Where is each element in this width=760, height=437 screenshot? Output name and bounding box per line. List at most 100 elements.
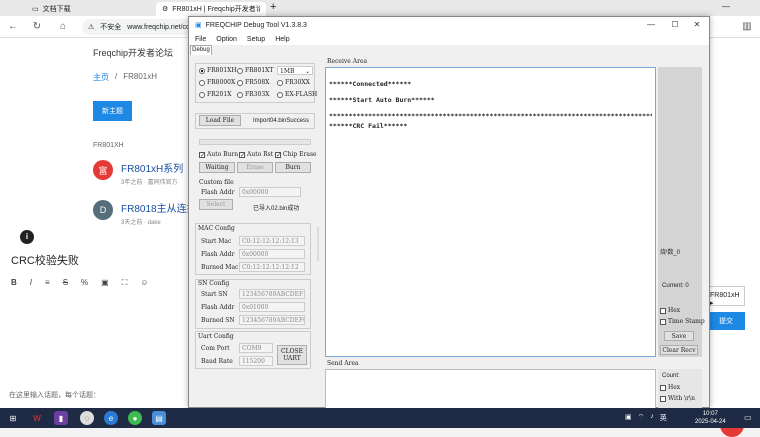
- browser-tab-docs[interactable]: ▭ 文档下载: [26, 2, 146, 16]
- burned-sn-field[interactable]: 123456789ABCDEF0: [239, 315, 305, 325]
- maximize-icon[interactable]: ☐: [665, 19, 685, 31]
- burn-button[interactable]: Burn: [275, 162, 311, 173]
- strike-icon[interactable]: S: [63, 278, 68, 288]
- topic-row[interactable]: 富 FR801xH系列 3年之前 · 富同伟官方: [93, 160, 183, 186]
- browser-tab-forum[interactable]: ⚙FR801xH | Freqchip开发者论坛: [156, 2, 266, 16]
- log-line: ******Start Auto Burn******: [329, 96, 435, 104]
- edge-icon[interactable]: e: [104, 411, 118, 425]
- topic-title[interactable]: FR8018主从连接: [121, 200, 197, 215]
- radio-ex-flash[interactable]: EX-FLASH: [277, 91, 317, 98]
- minimize-icon[interactable]: —: [641, 19, 661, 31]
- radio-fr801xh[interactable]: FR801XH: [199, 67, 237, 74]
- radio-fr303x[interactable]: FR303X: [237, 91, 269, 98]
- menu-setup[interactable]: Setup: [247, 36, 265, 43]
- waiting-button[interactable]: Waiting: [199, 162, 235, 173]
- reload-icon[interactable]: ↻: [30, 20, 44, 34]
- italic-icon[interactable]: I: [30, 278, 32, 288]
- tab-label: FR801xH | Freqchip开发者论坛: [172, 6, 260, 13]
- minimize-icon[interactable]: —: [722, 2, 730, 11]
- info-icon[interactable]: i: [20, 230, 34, 244]
- radio-fr30xx[interactable]: FR30XX: [277, 79, 310, 86]
- avatar: D: [93, 200, 113, 220]
- tray-icon[interactable]: ▣: [625, 413, 632, 423]
- start-sn-field[interactable]: 123456789ABCDEF1: [239, 289, 305, 299]
- mac-flash-addr-field[interactable]: 0x00000: [239, 249, 305, 259]
- menu-file[interactable]: File: [195, 36, 206, 43]
- url-field[interactable]: ⚠ 不安全 www.freqchip.net/co: [82, 19, 192, 35]
- receive-area[interactable]: ******Connected****** ******Start Auto B…: [325, 67, 656, 357]
- sn-flash-addr-field[interactable]: 0x01000: [239, 302, 305, 312]
- timestamp-checkbox[interactable]: Time Stamp: [660, 318, 705, 325]
- sn-config-label: SN Config: [198, 280, 230, 287]
- erase-button[interactable]: Erase: [237, 162, 273, 173]
- home-icon[interactable]: ⌂: [56, 20, 70, 34]
- radio-fr508x[interactable]: FR508X: [237, 79, 269, 86]
- crumb-current: FR801xH: [123, 72, 158, 81]
- baud-rate-select[interactable]: 115200: [239, 356, 273, 366]
- editor-title[interactable]: CRC校验失败: [11, 252, 79, 268]
- wps-icon[interactable]: W: [30, 411, 44, 425]
- volume-icon[interactable]: ♪: [650, 413, 654, 423]
- menu-help[interactable]: Help: [275, 36, 289, 43]
- with-rn-checkbox[interactable]: With \r\n: [660, 395, 695, 402]
- warning-icon: ⚠: [88, 24, 95, 31]
- submit-button[interactable]: 提交: [707, 312, 745, 330]
- topic-row[interactable]: D FR8018主从连接 3天之前 · dake: [93, 200, 197, 226]
- burned-mac-field[interactable]: C0:12:12:12:12:12: [239, 262, 305, 272]
- hex-checkbox[interactable]: Hex: [660, 307, 680, 314]
- list-icon[interactable]: ≡: [45, 278, 50, 288]
- send-side-panel: Count: Hex With \r\n: [658, 369, 702, 409]
- chat-app-icon[interactable]: ◌: [80, 411, 94, 425]
- fullscreen-icon[interactable]: ⛶: [122, 278, 128, 288]
- chrome-icon[interactable]: ●: [128, 411, 142, 425]
- radio-fr201x[interactable]: FR201X: [199, 91, 231, 98]
- notification-icon[interactable]: ▭: [744, 413, 752, 422]
- close-icon[interactable]: ✕: [687, 19, 707, 31]
- link-icon[interactable]: %: [81, 278, 88, 288]
- clock[interactable]: 10:07 2025-04-24: [695, 410, 726, 426]
- new-tab-button[interactable]: +: [270, 1, 276, 13]
- network-icon[interactable]: ⌔: [638, 413, 645, 423]
- custom-flash-addr-field[interactable]: 0x00000: [239, 187, 301, 197]
- clear-recv-button[interactable]: Clear Recv: [660, 345, 698, 355]
- app-icon[interactable]: ▮: [54, 411, 68, 425]
- com-port-select[interactable]: COM9: [239, 343, 273, 353]
- save-button[interactable]: Save: [664, 331, 694, 341]
- menu-option[interactable]: Option: [216, 36, 237, 43]
- window-title: FREQCHIP Debug Tool V1.3.8.3: [205, 21, 307, 29]
- category-select[interactable]: FR801xH ▸: [707, 286, 745, 307]
- auto-rst-checkbox[interactable]: ✓ Auto Rst: [239, 151, 273, 158]
- start-icon[interactable]: ⊞: [6, 411, 20, 425]
- bold-icon[interactable]: B: [11, 278, 17, 288]
- chip-erase-checkbox[interactable]: ✓ Chip Erase: [275, 151, 317, 158]
- start-mac-field[interactable]: C0:12:12:12:12:13: [239, 236, 305, 246]
- new-topic-button[interactable]: 新主题: [93, 101, 132, 121]
- mac-flash-addr-label: Flash Addr: [201, 251, 235, 258]
- emoji-icon[interactable]: ☺: [140, 278, 148, 288]
- input-language[interactable]: 英: [660, 413, 667, 423]
- back-icon[interactable]: ←: [6, 20, 20, 34]
- burned-sn-label: Burned SN: [201, 317, 235, 324]
- sidebar-icon[interactable]: ▥: [740, 20, 754, 34]
- close-uart-button[interactable]: CLOSE UART: [277, 345, 307, 365]
- auto-burn-checkbox[interactable]: ✓ Auto Burn: [199, 151, 238, 158]
- current-count: Current: 0: [662, 283, 689, 289]
- select-button[interactable]: Select: [199, 199, 233, 210]
- topic-meta: 3年之前 · 富同伟官方: [121, 180, 178, 186]
- image-icon[interactable]: ▣: [101, 278, 109, 288]
- size-select[interactable]: 1MB ⌄: [277, 66, 313, 75]
- crumb-home[interactable]: 主页: [93, 72, 109, 83]
- editor-toolbar: B I ≡ S % ▣ ⛶ ☺: [11, 278, 149, 288]
- load-file-button[interactable]: Load File: [199, 115, 241, 126]
- tags-input[interactable]: 在这里输入话题，每个话题：: [9, 390, 100, 400]
- tab-debug[interactable]: Debug: [190, 45, 212, 55]
- menu-bar: File Option Setup Help: [189, 33, 709, 45]
- topic-title[interactable]: FR801xH系列: [121, 160, 183, 175]
- radio-fr801xt[interactable]: FR801XT: [237, 67, 273, 74]
- send-area[interactable]: [325, 369, 656, 409]
- send-hex-checkbox[interactable]: Hex: [660, 384, 680, 391]
- radio-fr8000x[interactable]: FR8000X: [199, 79, 235, 86]
- forum-title[interactable]: Freqchip开发者论坛: [93, 46, 173, 59]
- debug-tool-taskbar-icon[interactable]: ▤: [152, 411, 166, 425]
- scrollbar[interactable]: [317, 227, 319, 261]
